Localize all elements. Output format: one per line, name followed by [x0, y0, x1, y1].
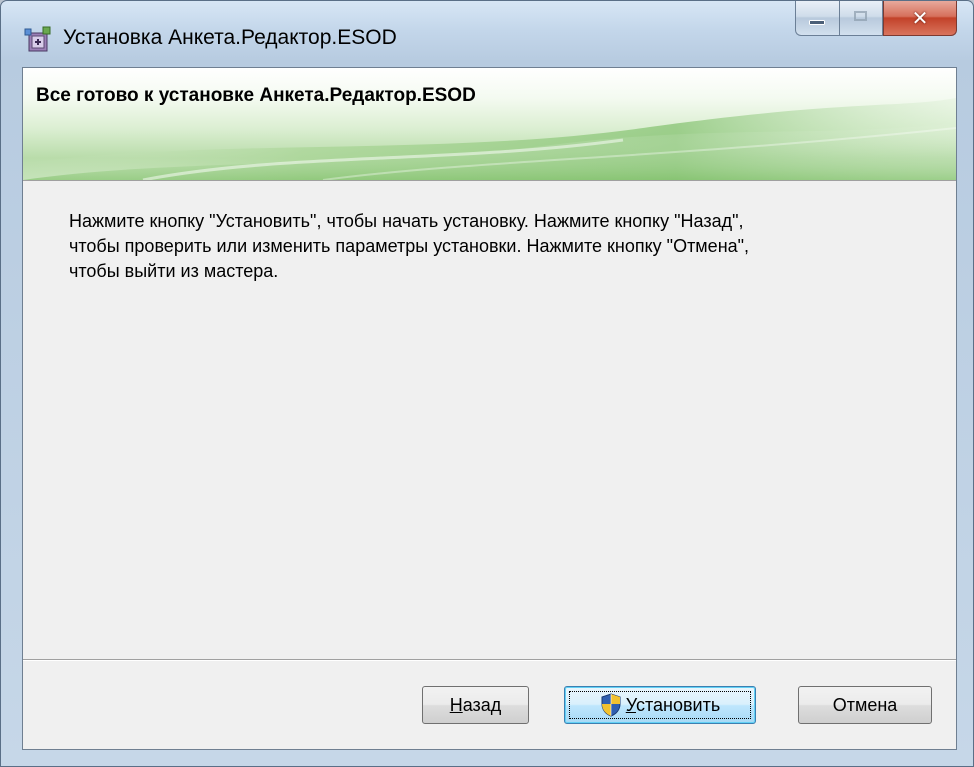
- back-button[interactable]: Назад: [422, 686, 529, 724]
- window-title: Установка Анкета.Редактор.ESOD: [63, 26, 397, 49]
- banner-title: Все готово к установке Анкета.Редактор.E…: [36, 85, 476, 106]
- installer-package-icon: [23, 25, 53, 55]
- title-bar[interactable]: Установка Анкета.Редактор.ESOD ✕: [1, 1, 973, 67]
- installer-window: Установка Анкета.Редактор.ESOD ✕ Все гот…: [0, 0, 974, 767]
- caption-buttons: ✕: [795, 1, 957, 37]
- uac-shield-icon: [601, 693, 621, 717]
- instructions-text: Нажмите кнопку "Установить", чтобы начат…: [69, 211, 750, 281]
- cancel-button[interactable]: Отмена: [798, 686, 932, 724]
- dialog-client-area: Все готово к установке Анкета.Редактор.E…: [22, 67, 957, 750]
- install-button-label: Установить: [625, 694, 721, 715]
- install-button[interactable]: Установить: [564, 686, 756, 724]
- close-button[interactable]: ✕: [883, 1, 957, 36]
- header-banner: Все готово к установке Анкета.Редактор.E…: [23, 68, 956, 181]
- maximize-icon: [854, 11, 867, 21]
- maximize-button: [839, 1, 883, 36]
- minimize-button[interactable]: [795, 1, 839, 36]
- cancel-button-label: Отмена: [832, 694, 898, 715]
- minimize-icon: [809, 20, 825, 25]
- back-button-label: Назад: [449, 694, 502, 715]
- button-separator: [23, 659, 956, 661]
- close-icon: ✕: [911, 6, 929, 30]
